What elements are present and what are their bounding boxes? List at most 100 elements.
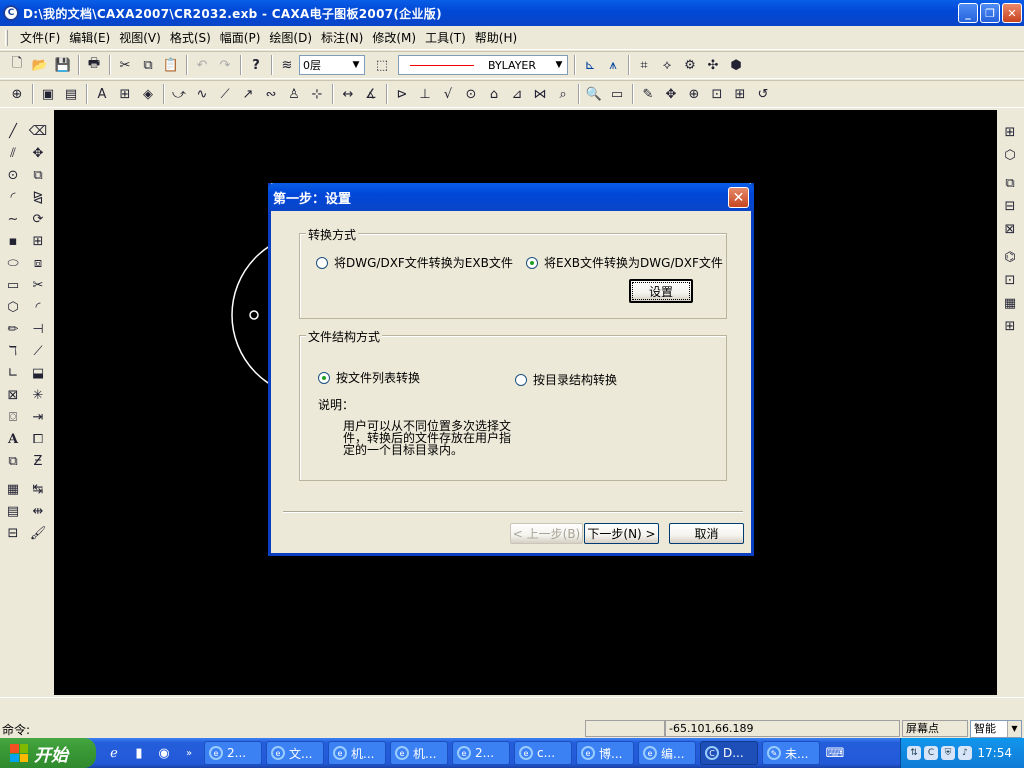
menu-modify[interactable]: 修改(M) xyxy=(368,29,420,46)
snap-icon[interactable]: ⩚ xyxy=(602,54,624,76)
block-insert-icon[interactable]: ⧉ xyxy=(2,450,24,472)
find-icon[interactable]: 🔍 xyxy=(583,83,605,105)
help-icon[interactable]: ? xyxy=(245,54,267,76)
smart-select[interactable]: 智能 ▼ xyxy=(970,720,1022,738)
menu-dimension[interactable]: 标注(N) xyxy=(317,29,367,46)
menu-format[interactable]: 格式(S) xyxy=(166,29,215,46)
grid-icon[interactable]: ⊟ xyxy=(998,195,1022,217)
text-style-icon[interactable]: A xyxy=(91,83,113,105)
text-icon[interactable]: A xyxy=(2,428,24,450)
settings-icon[interactable]: ⚙ xyxy=(679,54,701,76)
center-mark-icon[interactable]: ⊹ xyxy=(306,83,328,105)
task-item[interactable]: e 文... xyxy=(266,741,324,765)
break-icon[interactable]: ⟋ xyxy=(214,83,236,105)
view-manage-icon[interactable]: ⊞ xyxy=(998,121,1022,143)
rectangle-icon[interactable]: ▭ xyxy=(2,274,24,296)
dim-break-icon[interactable]: ⇹ xyxy=(27,500,49,522)
menu-file[interactable]: 文件(F) xyxy=(16,29,64,46)
image-icon[interactable]: ▦ xyxy=(2,478,24,500)
person-icon[interactable]: ♙ xyxy=(283,83,305,105)
pattern-icon[interactable]: ▦ xyxy=(998,292,1022,314)
format-brush-icon[interactable]: Ƶ xyxy=(27,450,49,472)
radio-by-directory[interactable]: 按目录结构转换 xyxy=(515,371,617,388)
dim-edit-icon[interactable]: ↹ xyxy=(27,478,49,500)
library-icon[interactable]: ▤ xyxy=(2,500,24,522)
network-icon[interactable]: ⇅ xyxy=(907,746,921,760)
equidistant-icon[interactable]: ∟ xyxy=(2,362,24,384)
zoom-realtime-icon[interactable]: ⊕ xyxy=(683,83,705,105)
spline-icon[interactable]: ∾ xyxy=(260,83,282,105)
task-item-active[interactable]: C D... xyxy=(700,741,758,765)
task-item[interactable]: e 机... xyxy=(390,741,448,765)
move-view-icon[interactable]: ⊕ xyxy=(6,83,28,105)
export-icon[interactable]: ⊞ xyxy=(998,315,1022,337)
tolerance-icon[interactable]: ⊥ xyxy=(414,83,436,105)
menu-edit[interactable]: 编辑(E) xyxy=(65,29,114,46)
media-icon[interactable]: ▮ xyxy=(129,742,149,764)
keyboard-icon[interactable]: ⌨ xyxy=(824,742,846,764)
bom-icon[interactable]: ⌬ xyxy=(998,246,1022,268)
layout-icon[interactable]: ⧉ xyxy=(998,172,1022,194)
line-icon[interactable]: ╱ xyxy=(2,120,24,142)
menu-tools[interactable]: 工具(T) xyxy=(421,29,470,46)
leader-icon[interactable]: ⊳ xyxy=(391,83,413,105)
roughness-icon[interactable]: √ xyxy=(437,83,459,105)
snap-mode[interactable]: 屏幕点 xyxy=(902,720,968,737)
brush-icon[interactable]: 🖌 xyxy=(27,522,49,544)
task-item[interactable]: e 2... xyxy=(452,741,510,765)
save-icon[interactable]: 💾 xyxy=(52,54,74,76)
layer-icon[interactable]: ≋ xyxy=(276,54,298,76)
dimension-icon[interactable]: ↔ xyxy=(337,83,359,105)
dialog-close-button[interactable]: ✕ xyxy=(728,187,749,208)
close-window-button[interactable]: ✕ xyxy=(1002,3,1022,23)
parallel-line-icon[interactable]: ⫽ xyxy=(2,142,24,164)
point-icon[interactable]: ▪ xyxy=(2,230,24,252)
menu-help[interactable]: 帮助(H) xyxy=(471,29,521,46)
linetype-select[interactable]: BYLAYER ▼ xyxy=(398,55,568,75)
open-folder-icon[interactable]: 📂 xyxy=(29,54,51,76)
settings-button[interactable]: 设置 xyxy=(629,279,693,303)
undo-icon[interactable]: ↶ xyxy=(191,54,213,76)
radio-dwg-to-exb[interactable]: 将DWG/DXF文件转换为EXB文件 xyxy=(316,254,513,271)
paste-icon[interactable]: 📋 xyxy=(160,54,182,76)
edit-table-icon[interactable]: ⊠ xyxy=(998,218,1022,240)
cancel-button[interactable]: 取消 xyxy=(669,523,744,544)
back-button[interactable]: < 上一步(B) xyxy=(510,523,583,544)
frame-icon[interactable]: ▣ xyxy=(37,83,59,105)
title-block-icon[interactable]: ▤ xyxy=(60,83,82,105)
next-button[interactable]: 下一步(N) > xyxy=(584,523,659,544)
print-icon[interactable]: 🖶 xyxy=(83,54,105,76)
move-icon[interactable]: ✥ xyxy=(27,142,49,164)
zoom-all-icon[interactable]: ⊞ xyxy=(729,83,751,105)
datum-icon[interactable]: ⊙ xyxy=(460,83,482,105)
zoom-window-icon[interactable]: ⊡ xyxy=(706,83,728,105)
tools-icon[interactable]: ✣ xyxy=(702,54,724,76)
start-button[interactable]: 开始 xyxy=(0,738,96,768)
explode-icon[interactable]: ✳ xyxy=(27,384,49,406)
extend-icon[interactable]: ⊣ xyxy=(27,318,49,340)
section-icon[interactable]: ⊿ xyxy=(506,83,528,105)
volume-icon[interactable]: ♪ xyxy=(958,746,972,760)
table-icon[interactable]: ⊞ xyxy=(114,83,136,105)
zoom-prev-icon[interactable]: ↺ xyxy=(752,83,774,105)
sheet-icon[interactable]: ⊡ xyxy=(998,269,1022,291)
caxa-logo-icon[interactable]: C xyxy=(3,5,19,21)
property-icon[interactable]: ⌗ xyxy=(633,54,655,76)
radio-by-file-list[interactable]: 按文件列表转换 xyxy=(318,369,420,386)
edit-icon[interactable]: ⧠ xyxy=(27,428,49,450)
pencil-icon[interactable]: ✏ xyxy=(2,318,24,340)
mirror-icon[interactable]: ⧎ xyxy=(27,186,49,208)
task-item[interactable]: e 机... xyxy=(328,741,386,765)
pen-icon[interactable]: ✎ xyxy=(637,83,659,105)
pan-icon[interactable]: ✥ xyxy=(660,83,682,105)
plugin-icon[interactable]: ⬢ xyxy=(725,54,747,76)
radio-exb-to-dwg[interactable]: 将EXB文件转换为DWG/DXF文件 xyxy=(526,254,723,271)
spline-draw-icon[interactable]: ∼ xyxy=(2,208,24,230)
arc-icon[interactable]: ◜ xyxy=(2,186,24,208)
curve-icon[interactable]: ⤻ xyxy=(168,83,190,105)
menu-view[interactable]: 视图(V) xyxy=(115,29,165,46)
polygon-icon[interactable]: ⬡ xyxy=(2,296,24,318)
erase-icon[interactable]: ⌫ xyxy=(27,120,49,142)
task-item[interactable]: ✎ 未... xyxy=(762,741,820,765)
ie-icon[interactable]: ℯ xyxy=(104,742,124,764)
